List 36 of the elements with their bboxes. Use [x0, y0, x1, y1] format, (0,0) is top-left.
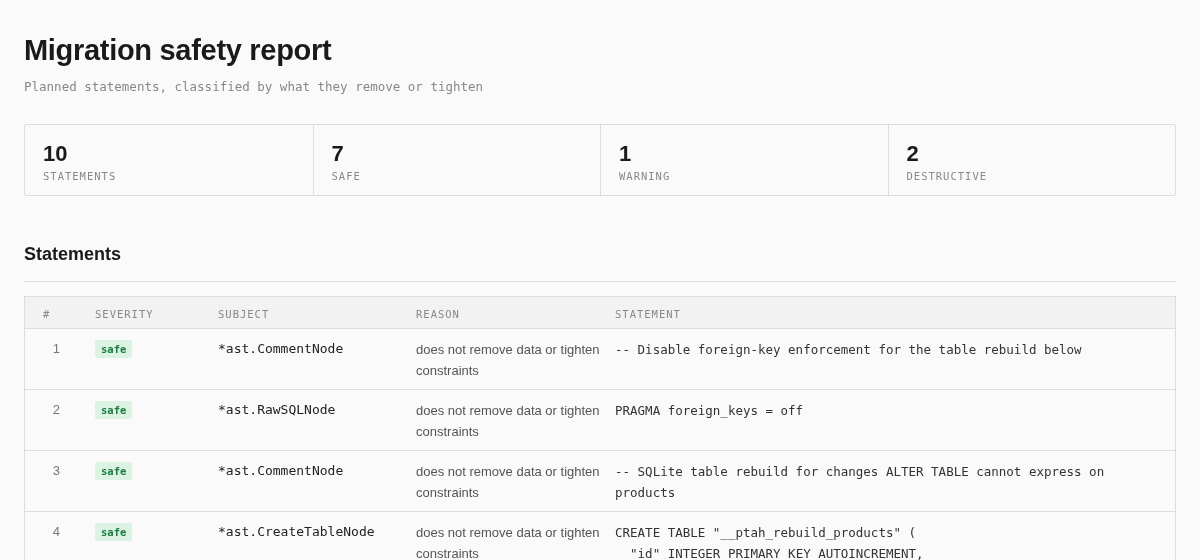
page-subtitle: Planned statements, classified by what they remove or tighten [24, 79, 485, 94]
subject-cell: *ast.RawSQLNode [218, 402, 336, 417]
column-header: STATEMENT [615, 307, 681, 320]
reason-cell-text: does not remove data or tighten constraints [416, 402, 601, 441]
stat-label: SAFE [331, 170, 362, 182]
row-number: 1 [51, 341, 60, 356]
reason-cell-text: does not remove data or tighten constraints [416, 341, 601, 380]
column-header: REASON [416, 307, 460, 320]
stat-value: 1 [619, 142, 632, 166]
subject-cell: *ast.CommentNode [218, 463, 344, 478]
statement-cell-text: CREATE TABLE "__ptah_rebuild_products" ( "id" INTEGER PRIMARY KEY AUTOINCREMENT, [615, 524, 924, 560]
reason-cell-text: does not remove data or tighten constraints [416, 524, 601, 560]
severity-badge: safe [95, 462, 133, 480]
row-number: 4 [51, 524, 60, 539]
severity-badge: safe [95, 523, 133, 541]
severity-badge: safe [95, 340, 133, 358]
reason-cell-text: does not remove data or tighten constraints [416, 463, 601, 502]
subject-cell: *ast.CreateTableNode [218, 524, 375, 539]
statement-cell-text: -- Disable foreign-key enforcement for the table rebuild below [615, 341, 1082, 359]
column-header: SUBJECT [218, 307, 270, 320]
page-title: Migration safety report [24, 34, 332, 67]
section-title: Statements [24, 244, 122, 265]
stat-value: 7 [331, 142, 344, 166]
column-header: # [43, 307, 51, 320]
row-number: 2 [51, 402, 60, 417]
statement-cell-text: -- SQLite table rebuild for changes ALTER TABLE cannot express on products [615, 463, 1106, 502]
stat-label: WARNING [619, 170, 672, 182]
severity-badge: safe [95, 401, 133, 419]
stat-value: 10 [43, 142, 68, 166]
subject-cell: *ast.CommentNode [218, 341, 344, 356]
stat-label: STATEMENTS [43, 170, 118, 182]
row-number: 3 [51, 463, 60, 478]
stat-label: DESTRUCTIVE [906, 170, 989, 182]
stat-value: 2 [906, 142, 919, 166]
column-header: SEVERITY [95, 307, 154, 320]
statement-cell-text: PRAGMA foreign_keys = off [615, 402, 804, 420]
